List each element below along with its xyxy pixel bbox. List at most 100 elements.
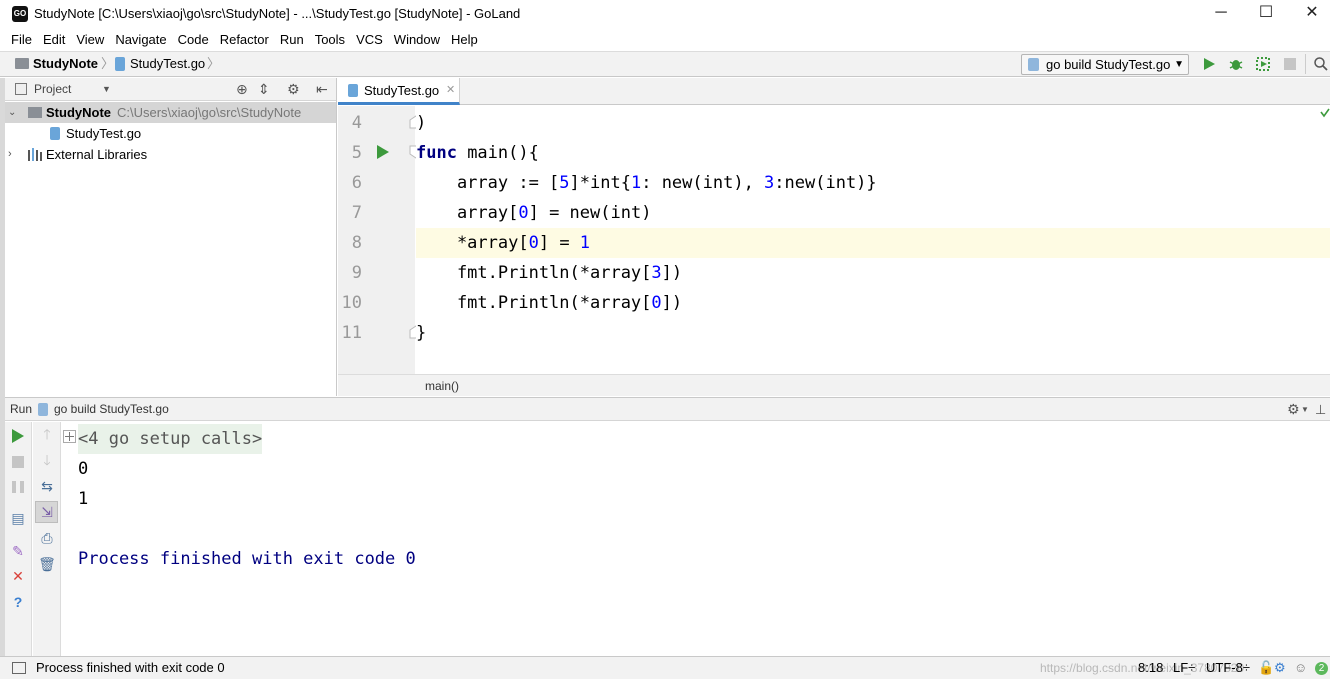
project-panel-header: Project ▼ ⊕ ⇕ ⚙ ⇤ xyxy=(5,78,336,101)
inspector-icon[interactable]: ☺ xyxy=(1294,657,1307,679)
gear-icon[interactable]: ⚙ xyxy=(287,78,300,100)
folder-icon xyxy=(15,58,29,69)
line-number: 11 xyxy=(341,323,362,343)
line-number: 4 xyxy=(351,113,362,133)
output-line: 1 xyxy=(78,489,89,509)
code-line: array[0] = new(int) xyxy=(416,203,652,223)
root-folder-name: StudyNote xyxy=(46,105,111,120)
hide-panel-icon[interactable]: ⊥ xyxy=(1315,398,1326,421)
status-message: Process finished with exit code 0 xyxy=(36,660,225,675)
soft-wrap-icon[interactable]: ⇆ xyxy=(38,477,56,495)
debug-icon[interactable] xyxy=(1228,56,1244,72)
code-line: fmt.Println(*array[3]) xyxy=(416,263,683,283)
chevron-right-icon[interactable]: › xyxy=(8,144,12,165)
print-icon[interactable]: ⎙ xyxy=(38,529,56,547)
menu-tools[interactable]: Tools xyxy=(310,28,350,51)
code-editor[interactable]: ) func main(){ array := [5]*int{1: new(i… xyxy=(416,106,1330,374)
menu-help[interactable]: Help xyxy=(446,28,483,51)
collapse-icon[interactable]: ⇕ xyxy=(258,78,270,100)
tree-row-root[interactable]: ⌄ StudyNote C:\Users\xiaoj\go\src\StudyN… xyxy=(5,102,336,123)
process-finished-text: Process finished with exit code 0 xyxy=(78,549,416,569)
menu-window[interactable]: Window xyxy=(389,28,445,51)
run-panel-label[interactable]: Run xyxy=(10,398,32,421)
trash-icon[interactable]: 🗑 xyxy=(38,555,56,573)
lock-icon[interactable]: 🔓 xyxy=(1258,657,1274,679)
goland-app-icon: GO xyxy=(12,6,28,22)
search-icon[interactable] xyxy=(1313,56,1329,72)
restore-layout-icon[interactable]: ▤ xyxy=(9,509,27,527)
locate-icon[interactable]: ⊕ xyxy=(236,78,248,100)
settings-icon[interactable]: ⚙ xyxy=(1274,657,1286,679)
file-encoding[interactable]: UTF-8÷ xyxy=(1206,657,1250,679)
line-number: 9 xyxy=(351,263,362,283)
code-line: fmt.Println(*array[0]) xyxy=(416,293,683,313)
coverage-icon[interactable] xyxy=(1255,56,1271,72)
run-gutter-icon[interactable] xyxy=(376,144,390,160)
navigation-bar: StudyNote 〉 StudyTest.go 〉 go build Stud… xyxy=(0,51,1330,77)
console-output[interactable]: <4 go setup calls> 0 1 Process finished … xyxy=(62,422,1330,656)
menu-navigate[interactable]: Navigate xyxy=(110,28,171,51)
code-line: } xyxy=(416,323,427,343)
inspection-ok-icon[interactable] xyxy=(1320,108,1330,118)
menu-edit[interactable]: Edit xyxy=(38,28,70,51)
hide-panel-icon[interactable]: ⇤ xyxy=(316,78,328,100)
minimize-button[interactable]: ─ xyxy=(1198,0,1244,28)
menu-file[interactable]: File xyxy=(6,28,37,51)
libraries-icon xyxy=(28,148,42,161)
breadcrumb-project[interactable]: StudyNote xyxy=(33,52,98,76)
arrow-down-icon[interactable]: 🡓 xyxy=(38,451,56,469)
line-number: 5 xyxy=(351,143,362,163)
run-config-selector[interactable]: go build StudyTest.go ▼ xyxy=(1021,54,1189,75)
stop-icon[interactable] xyxy=(12,456,24,468)
line-number: 10 xyxy=(341,293,362,313)
run-icon[interactable] xyxy=(1202,57,1216,71)
stop-icon[interactable] xyxy=(1284,58,1296,70)
close-button[interactable]: ✕ xyxy=(1289,0,1330,28)
tab-label: StudyTest.go xyxy=(364,83,440,98)
close-icon[interactable]: ✕ xyxy=(9,567,27,585)
run-toolbar-primary: ▤ ✎ ✕ ? xyxy=(5,422,32,656)
output-line: 0 xyxy=(78,459,89,479)
tool-window-toggle-icon[interactable] xyxy=(12,662,26,674)
go-file-icon xyxy=(115,57,125,71)
breadcrumb-file[interactable]: StudyTest.go xyxy=(130,52,205,76)
scroll-to-end-icon: ⇲ xyxy=(41,504,53,520)
arrow-up-icon[interactable]: 🡑 xyxy=(38,425,56,443)
line-number: 6 xyxy=(351,173,362,193)
libraries-label: External Libraries xyxy=(46,147,148,162)
go-file-icon xyxy=(348,84,358,97)
chevron-right-icon: 〉 xyxy=(101,56,115,71)
tree-row-file[interactable]: StudyTest.go xyxy=(5,123,336,144)
menu-vcs[interactable]: VCS xyxy=(351,28,388,51)
event-log-badge[interactable]: 2 xyxy=(1315,662,1328,675)
close-tab-icon[interactable]: ✕ xyxy=(446,78,455,103)
menu-code[interactable]: Code xyxy=(173,28,214,51)
run-toolbar-secondary: 🡑 🡓 ⇆ ⇲ ⎙ 🗑 xyxy=(33,422,61,656)
menu-refactor[interactable]: Refactor xyxy=(215,28,274,51)
code-line-current: *array[0] = 1 xyxy=(416,228,1330,258)
run-panel-config[interactable]: go build StudyTest.go xyxy=(54,398,169,421)
menu-run[interactable]: Run xyxy=(275,28,309,51)
expand-icon-bar xyxy=(65,436,74,437)
rerun-icon[interactable] xyxy=(11,428,25,444)
gear-icon[interactable]: ⚙ xyxy=(1287,398,1300,421)
function-breadcrumb[interactable]: main() xyxy=(425,375,459,397)
project-panel: Project ▼ ⊕ ⇕ ⚙ ⇤ ⌄ StudyNote C:\Users\x… xyxy=(5,78,337,396)
chevron-down-icon[interactable]: ▼ xyxy=(102,78,111,100)
project-view-selector[interactable]: Project xyxy=(34,78,71,100)
chevron-down-icon[interactable]: ⌄ xyxy=(8,102,16,123)
chevron-down-icon[interactable]: ▼ xyxy=(1301,398,1309,421)
tree-row-libraries[interactable]: › External Libraries xyxy=(5,144,336,165)
pin-tab-icon[interactable]: ✎ xyxy=(9,542,27,560)
menu-view[interactable]: View xyxy=(71,28,109,51)
maximize-button[interactable]: ☐ xyxy=(1243,0,1289,28)
help-icon[interactable]: ? xyxy=(9,593,27,611)
tab-studytest-go[interactable]: StudyTest.go ✕ xyxy=(338,78,460,105)
caret-position[interactable]: 8:18 xyxy=(1138,657,1163,679)
line-separator[interactable]: LF÷ xyxy=(1173,657,1195,679)
go-file-icon xyxy=(1028,58,1039,71)
window-title: StudyNote [C:\Users\xiaoj\go\src\StudyNo… xyxy=(34,6,521,21)
pause-icon[interactable] xyxy=(12,481,24,493)
setup-calls-fold[interactable]: <4 go setup calls> xyxy=(78,424,263,454)
folder-icon xyxy=(28,107,42,118)
